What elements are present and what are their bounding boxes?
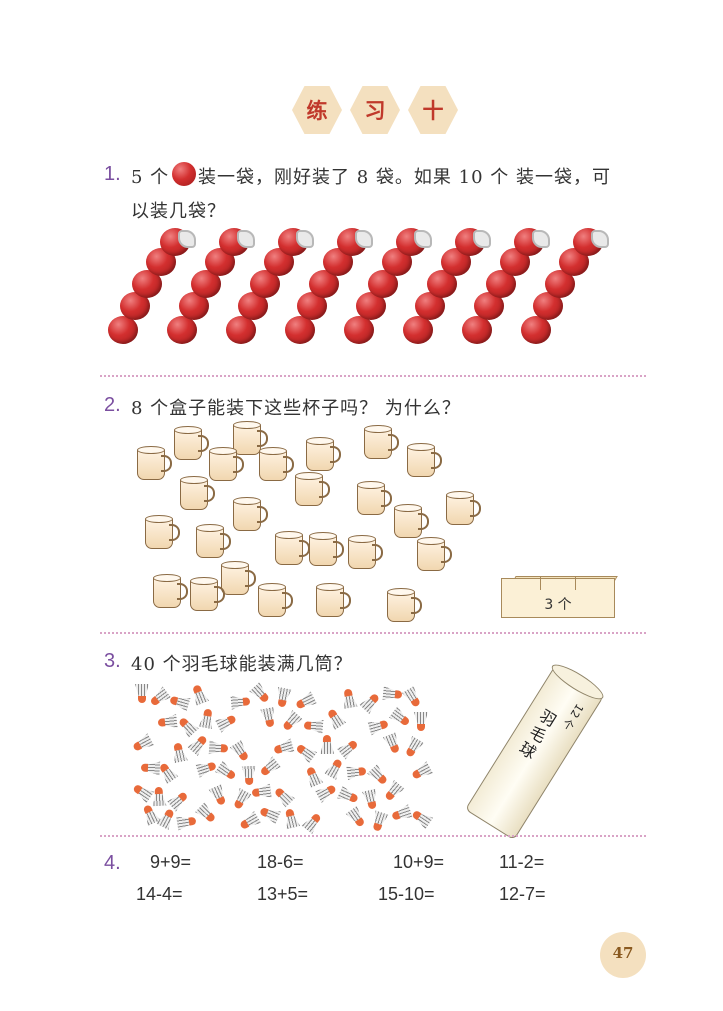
equation: 10+9= [393,852,445,872]
apple-bags [108,228,648,353]
apple-icon [172,162,196,186]
shuttlecock [292,690,318,715]
equation: 12-7= [499,884,546,904]
equation: 15-10= [378,884,435,904]
cup [387,588,422,622]
shuttlecock [408,805,435,831]
shuttlecock [250,782,272,803]
shuttlecock [167,691,191,714]
divider-2 [100,632,646,634]
shuttlecock [400,685,426,711]
shuttlecock [271,736,295,759]
apple [167,316,197,344]
cup [233,497,268,531]
cup [180,476,215,510]
cup [348,535,383,569]
box-divider [540,576,541,590]
equation: 14-4= [136,884,183,904]
cup [209,447,244,481]
shuttlecock [408,759,434,784]
page-number: 47 [612,944,634,962]
q3-number: 3. [104,650,121,672]
q2-text: 8 个盒子能装下这些杯子吗？ 为什么？ [131,398,461,419]
cup [309,532,344,566]
shuttlecock [292,739,319,765]
q4-number: 4. [104,852,121,874]
q2-number: 2. [104,394,121,416]
shuttlecock [412,712,430,732]
cup [259,447,294,481]
box-label: 3 个 [544,597,572,613]
shuttlecock [302,716,323,736]
shuttlecock [318,734,336,754]
cup [137,446,172,480]
box-divider [575,576,576,590]
apple [285,316,315,344]
q1-text-line2: 以装几袋？ [131,201,226,222]
shuttlecock [338,687,359,710]
apple [521,316,551,344]
equation: 18-6= [257,852,304,872]
shuttlecock [187,681,211,706]
title-char-1: 练 [292,86,342,134]
shuttlecock [230,692,251,712]
cup [357,481,392,515]
shuttlecock [389,802,414,826]
cup [295,472,330,506]
cup [196,524,231,558]
shuttlecock [358,689,385,716]
q1-text-a: 5 个 [131,167,170,188]
shuttlecock [280,806,302,830]
cup [306,437,341,471]
apple [462,316,492,344]
shuttlecock [248,681,275,708]
q3-text: 40 个羽毛球能装满几筒？ [131,654,353,675]
q1-text-b: 装一袋，刚好装了 8 袋。如果 10 个 装一袋，可 [198,167,611,188]
cup [174,426,209,460]
equation: 9+9= [150,852,192,872]
shuttlecock [336,735,363,761]
cup [221,561,256,595]
cup [417,537,452,571]
equation: 13+5= [257,884,309,904]
divider-3 [100,835,646,837]
title-char-3: 十 [408,86,458,134]
apple-bag [521,228,609,353]
apple [226,316,256,344]
textbook-page: 练 习 十 1. 5 个 装一袋，刚好装了 8 袋。如果 10 个 装一袋，可 … [0,0,723,1011]
apple [108,316,138,344]
cup [258,583,293,617]
cup [394,504,429,538]
title-char-2: 习 [350,86,400,134]
shuttlecock [360,788,382,812]
cup [364,425,399,459]
shuttlecock [129,731,155,756]
apple [344,316,374,344]
shuttlecock [400,735,426,761]
cup [446,491,481,525]
shuttlecock [195,756,220,779]
shuttlecock [208,738,229,757]
shuttlecock [300,809,327,836]
q1-number: 1. [104,163,121,185]
cup [407,443,442,477]
shuttlecock [258,706,279,729]
shuttlecock [346,762,368,782]
shuttlecock [367,810,390,835]
cup [316,583,351,617]
equation: 11-2= [499,852,545,872]
cup [145,515,180,549]
shuttlecock [214,709,240,734]
exercise-title: 练 习 十 [292,86,462,136]
bag-tie [591,230,609,248]
divider-1 [100,375,646,377]
shuttlecock [228,739,254,766]
cup [153,574,188,608]
cup [275,531,310,565]
shuttlecock-tube: 羽毛球 12 个 [464,659,612,841]
apple [403,316,433,344]
cup [190,577,225,611]
